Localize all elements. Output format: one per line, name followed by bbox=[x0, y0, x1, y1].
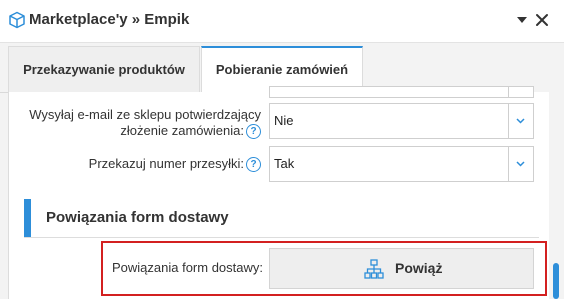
email-confirmation-value: Nie bbox=[274, 113, 294, 128]
email-label-line2: złożenie zamówienia: bbox=[120, 123, 244, 138]
chevron-down-icon bbox=[516, 118, 525, 124]
panel-title: Marketplace'y » Empik bbox=[29, 11, 190, 28]
email-label-line1: Wysyłaj e-mail ze sklepu potwierdzający bbox=[29, 107, 261, 122]
tracking-label-text: Przekazuj numer przesyłki: bbox=[88, 156, 244, 171]
chevron-down-icon bbox=[516, 161, 525, 167]
tracking-number-value: Tak bbox=[274, 156, 295, 171]
previous-select[interactable] bbox=[269, 86, 534, 98]
binding-label: Powiązania form dostawy: bbox=[111, 260, 263, 275]
bind-button-label: Powiąż bbox=[395, 260, 443, 276]
close-icon[interactable] bbox=[535, 13, 549, 27]
select-caret-box bbox=[508, 87, 533, 97]
section-header: Powiązania form dostawy bbox=[24, 199, 539, 238]
scrollbar-thumb[interactable] bbox=[553, 263, 559, 299]
select-caret-box bbox=[508, 147, 533, 181]
email-confirmation-select[interactable]: Nie bbox=[269, 103, 534, 139]
tab-content: Wysyłaj e-mail ze sklepu potwierdzający … bbox=[8, 86, 550, 299]
bind-button[interactable]: Powiąż bbox=[269, 248, 534, 289]
section-accent-bar bbox=[24, 199, 31, 237]
tracking-number-label: Przekazuj numer przesyłki:? bbox=[9, 156, 261, 173]
scrollbar[interactable] bbox=[549, 92, 564, 299]
help-icon[interactable]: ? bbox=[246, 124, 261, 140]
email-confirmation-label: Wysyłaj e-mail ze sklepu potwierdzający … bbox=[9, 107, 261, 140]
select-caret-box bbox=[508, 104, 533, 138]
help-icon[interactable]: ? bbox=[246, 157, 261, 173]
section-title: Powiązania form dostawy bbox=[46, 209, 229, 226]
sitemap-icon bbox=[364, 259, 384, 279]
cube-icon bbox=[9, 11, 25, 29]
marketplace-panel: Marketplace'y » Empik Przekazywanie prod… bbox=[0, 0, 564, 299]
tracking-number-select[interactable]: Tak bbox=[269, 146, 534, 182]
tab-przekazywanie-produktow[interactable]: Przekazywanie produktów bbox=[8, 46, 200, 92]
panel-header: Marketplace'y » Empik bbox=[0, 0, 564, 43]
caret-down-icon[interactable] bbox=[516, 13, 528, 27]
